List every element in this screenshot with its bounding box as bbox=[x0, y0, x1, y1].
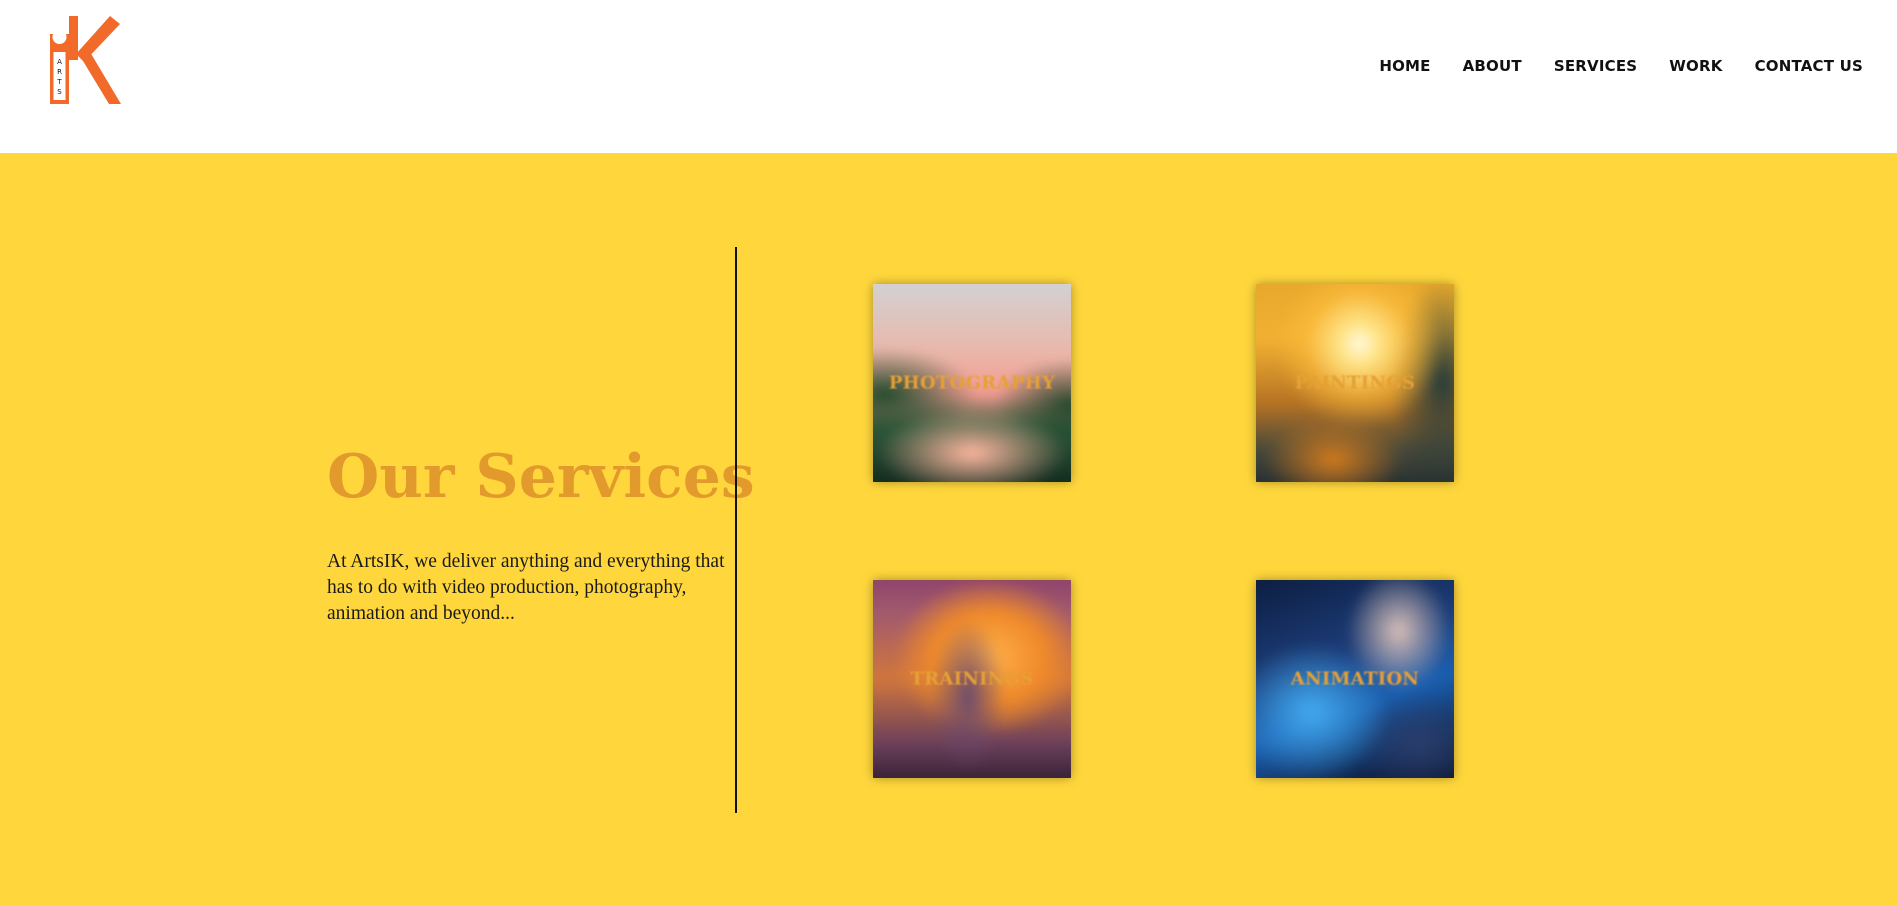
svg-text:T: T bbox=[56, 78, 62, 86]
nav-about[interactable]: ABOUT bbox=[1463, 54, 1522, 78]
service-card-photography[interactable]: PHOTOGRAPHY bbox=[873, 284, 1071, 482]
service-card-paintings[interactable]: PAINTINGS bbox=[1256, 284, 1454, 482]
logo-icon: A R T S bbox=[50, 16, 121, 104]
service-card-label: PAINTINGS bbox=[1294, 372, 1416, 394]
service-card-label: TRAININGS bbox=[910, 668, 1034, 690]
services-description: At ArtsIK, we deliver anything and every… bbox=[327, 551, 725, 624]
svg-text:S: S bbox=[57, 88, 62, 96]
main-nav: HOME ABOUT SERVICES WORK CONTACT US bbox=[1347, 54, 1863, 78]
site-header: A R T S HOME ABOUT SERVICES WORK CONTACT… bbox=[0, 0, 1897, 153]
vertical-divider bbox=[735, 247, 737, 813]
nav-services[interactable]: SERVICES bbox=[1554, 54, 1637, 78]
service-card-animation[interactable]: ANIMATION bbox=[1256, 580, 1454, 778]
service-card-label: ANIMATION bbox=[1290, 668, 1420, 690]
nav-work[interactable]: WORK bbox=[1669, 54, 1722, 78]
nav-contact-us[interactable]: CONTACT US bbox=[1755, 54, 1863, 78]
services-title: Our Services bbox=[327, 442, 755, 512]
service-card-label: PHOTOGRAPHY bbox=[888, 372, 1056, 394]
svg-text:R: R bbox=[57, 68, 62, 76]
svg-text:A: A bbox=[57, 58, 62, 66]
services-section: Our Services At ArtsIK, we deliver anyth… bbox=[0, 153, 1897, 905]
service-card-trainings[interactable]: TRAININGS bbox=[873, 580, 1071, 778]
nav-home[interactable]: HOME bbox=[1379, 54, 1430, 78]
arts-ik-logo[interactable]: A R T S bbox=[50, 16, 122, 104]
